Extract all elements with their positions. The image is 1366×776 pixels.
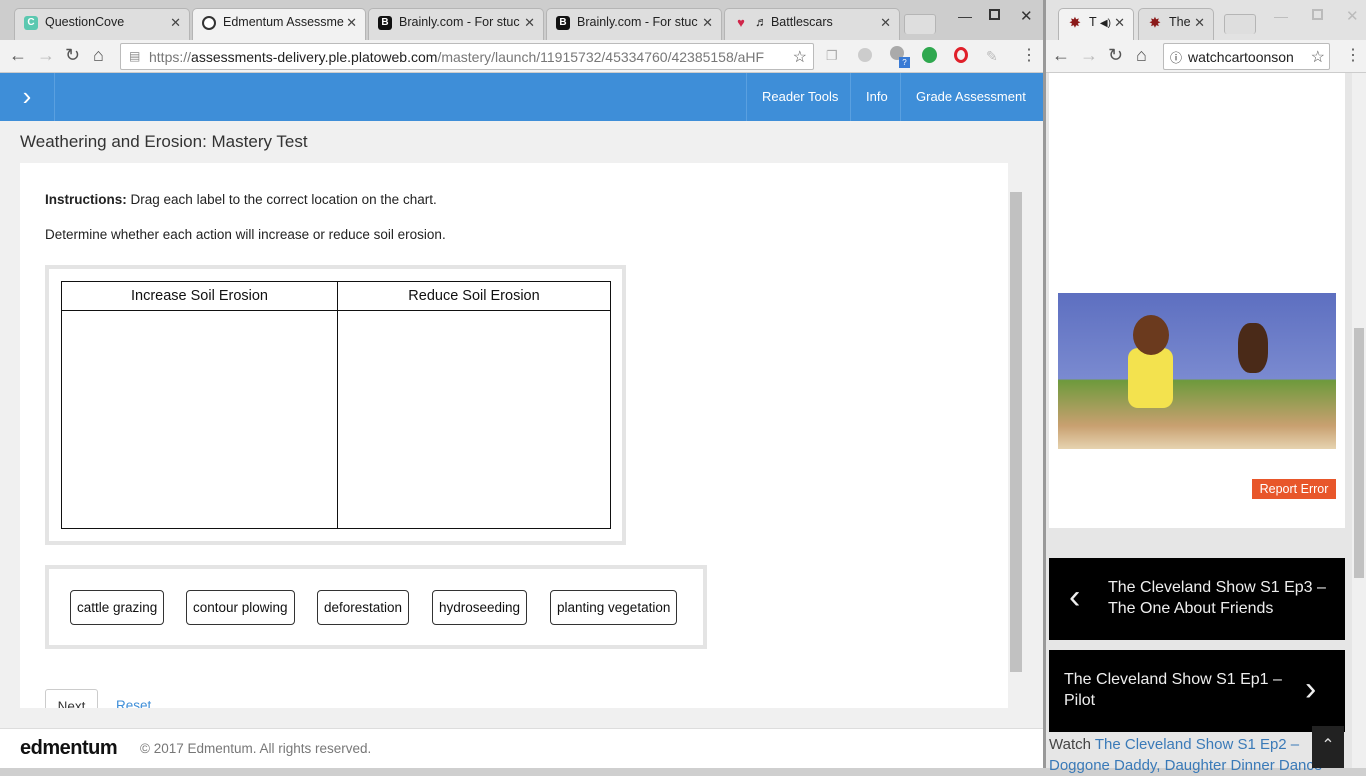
drop-chart: Increase Soil Erosion Reduce Soil Erosio… [45, 265, 626, 545]
reload-icon[interactable]: ↻ [65, 45, 80, 66]
questioncove-icon: C [24, 16, 38, 30]
close-tab-icon[interactable]: ✕ [702, 15, 713, 31]
character-figure [1238, 323, 1268, 373]
tab-brainly-1[interactable]: B Brainly.com - For stuc ✕ [368, 8, 544, 40]
bookmark-star-icon[interactable]: ☆ [1310, 47, 1325, 67]
scrollbar[interactable] [1010, 192, 1022, 672]
reset-link[interactable]: Reset [116, 698, 151, 708]
info-button[interactable]: Info [850, 73, 903, 121]
reader-tools-button[interactable]: Reader Tools [746, 73, 853, 121]
close-tab-icon[interactable]: ✕ [1114, 15, 1125, 31]
character-figure [1128, 348, 1173, 408]
opera-icon[interactable] [954, 47, 968, 63]
video-panel: Report Error [1049, 73, 1345, 528]
brainly-icon: B [378, 16, 392, 30]
tab-cartoon-1[interactable]: ✸ T ◀) ✕ [1058, 8, 1134, 40]
scrollbar[interactable] [1352, 73, 1366, 768]
drag-label[interactable]: deforestation [317, 590, 410, 625]
new-tab-button[interactable] [1224, 14, 1256, 34]
edmentum-icon [202, 16, 216, 30]
extension-icon[interactable]: ✎ [986, 48, 998, 65]
browser-toolbar: ← → ↻ ⌂ ▤ https://assessments-delivery.pl… [0, 40, 1043, 73]
footer: edmentum © 2017 Edmentum. All rights res… [0, 728, 1043, 768]
video-thumbnail[interactable] [1058, 293, 1336, 449]
column-header: Reduce Soil Erosion [338, 282, 610, 311]
instructions: Instructions: Drag each label to the cor… [45, 192, 437, 207]
app-header: › Reader Tools Info Grade Assessment [0, 73, 1043, 121]
brainly-icon: B [556, 16, 570, 30]
new-tab-button[interactable] [904, 14, 936, 34]
previous-episode-link[interactable]: ‹ The Cleveland Show S1 Ep3 – The One Ab… [1049, 558, 1345, 640]
iheart-icon: ♥ [737, 15, 745, 30]
close-tab-icon[interactable]: ✕ [1194, 15, 1205, 31]
close-window-icon[interactable]: ✕ [1020, 7, 1033, 25]
cartoon-page: Report Error ‹ The Cleveland Show S1 Ep3… [1046, 73, 1366, 774]
info-icon: ⓘ [1170, 51, 1183, 65]
drag-label[interactable]: contour plowing [186, 590, 295, 625]
forward-icon[interactable]: → [1080, 45, 1098, 66]
forward-icon[interactable]: → [37, 45, 55, 66]
question-text: Determine whether each action will incre… [45, 227, 446, 242]
drag-label[interactable]: hydroseeding [432, 590, 528, 625]
question-card: Instructions: Drag each label to the cor… [20, 163, 1008, 708]
extension-icon[interactable]: ❐ [826, 48, 838, 64]
close-window-icon[interactable]: ✕ [1346, 7, 1359, 25]
back-icon[interactable]: ← [1052, 45, 1070, 66]
address-bar[interactable]: ⓘ watchcartoonson ☆ [1163, 43, 1330, 70]
tab-cartoon-2[interactable]: ✸ The ✕ [1138, 8, 1214, 40]
tab-strip-right: ✸ T ◀) ✕ ✸ The ✕ — ✕ [1046, 0, 1366, 40]
chevron-right-icon: › [1305, 670, 1317, 708]
close-tab-icon[interactable]: ✕ [170, 15, 181, 31]
scroll-to-top-button[interactable]: ⌃ [1312, 726, 1344, 768]
label-bank: cattle grazing contour plowing deforesta… [45, 565, 707, 649]
extension-badge: ? [899, 57, 910, 68]
drop-zone-reduce[interactable]: Reduce Soil Erosion [338, 282, 610, 528]
home-icon[interactable]: ⌂ [93, 45, 104, 66]
tab-brainly-2[interactable]: B Brainly.com - For stuc ✕ [546, 8, 722, 40]
page-title: Weathering and Erosion: Mastery Test [20, 132, 308, 151]
reload-icon[interactable]: ↻ [1108, 45, 1123, 66]
audio-icon[interactable]: ◀) [1100, 18, 1111, 29]
menu-icon[interactable]: ⋮ [1345, 45, 1361, 65]
site-icon: ✸ [1149, 15, 1161, 30]
drag-label[interactable]: planting vegetation [550, 590, 678, 625]
close-tab-icon[interactable]: ✕ [524, 15, 535, 31]
grade-assessment-button[interactable]: Grade Assessment [900, 73, 1041, 121]
page-info-icon: ▤ [129, 49, 141, 63]
back-icon[interactable]: ← [9, 45, 27, 66]
column-header: Increase Soil Erosion [62, 282, 337, 311]
next-episode-link[interactable]: The Cleveland Show S1 Ep1 – Pilot › [1049, 650, 1345, 732]
expand-menu-chevron-icon[interactable]: › [0, 73, 55, 121]
close-tab-icon[interactable]: ✕ [346, 15, 357, 31]
drop-zone-increase[interactable]: Increase Soil Erosion [62, 282, 338, 528]
tab-edmentum[interactable]: Edmentum Assessme ✕ [192, 8, 366, 40]
next-button[interactable]: Next [45, 689, 98, 708]
watch-text: Watch The Cleveland Show S1 Ep2 – Doggon… [1049, 736, 1323, 774]
main-content: Weathering and Erosion: Mastery Test Ins… [0, 121, 1043, 728]
character-head [1133, 315, 1169, 355]
tab-questioncove[interactable]: C QuestionCove ✕ [14, 8, 190, 40]
tab-battlescars[interactable]: ♥ ♬ Battlescars ✕ [724, 8, 900, 40]
tab-strip: C QuestionCove ✕ Edmentum Assessme ✕ B Brain… [0, 0, 1043, 40]
close-tab-icon[interactable]: ✕ [880, 15, 891, 31]
drag-label[interactable]: cattle grazing [70, 590, 165, 625]
address-bar[interactable]: ▤ https://assessments-delivery.ple.platow… [120, 43, 814, 70]
chevron-left-icon: ‹ [1069, 578, 1081, 616]
maximize-icon[interactable] [1312, 9, 1323, 20]
scrollbar-thumb[interactable] [1354, 328, 1364, 578]
minimize-icon[interactable]: — [1274, 8, 1288, 24]
copyright: © 2017 Edmentum. All rights reserved. [140, 741, 372, 756]
hangouts-icon[interactable] [922, 47, 937, 63]
minimize-icon[interactable]: — [958, 8, 972, 24]
report-error-button[interactable]: Report Error [1252, 479, 1336, 499]
site-icon: ✸ [1069, 15, 1081, 30]
browser-toolbar-right: ← → ↻ ⌂ ⓘ watchcartoonson ☆ ⋮ [1046, 40, 1366, 73]
extension-icon[interactable] [858, 48, 872, 62]
maximize-icon[interactable] [989, 9, 1000, 20]
menu-icon[interactable]: ⋮ [1021, 45, 1037, 65]
edmentum-logo: edmentum [20, 737, 118, 759]
bookmark-star-icon[interactable]: ☆ [792, 47, 807, 67]
home-icon[interactable]: ⌂ [1136, 45, 1147, 66]
